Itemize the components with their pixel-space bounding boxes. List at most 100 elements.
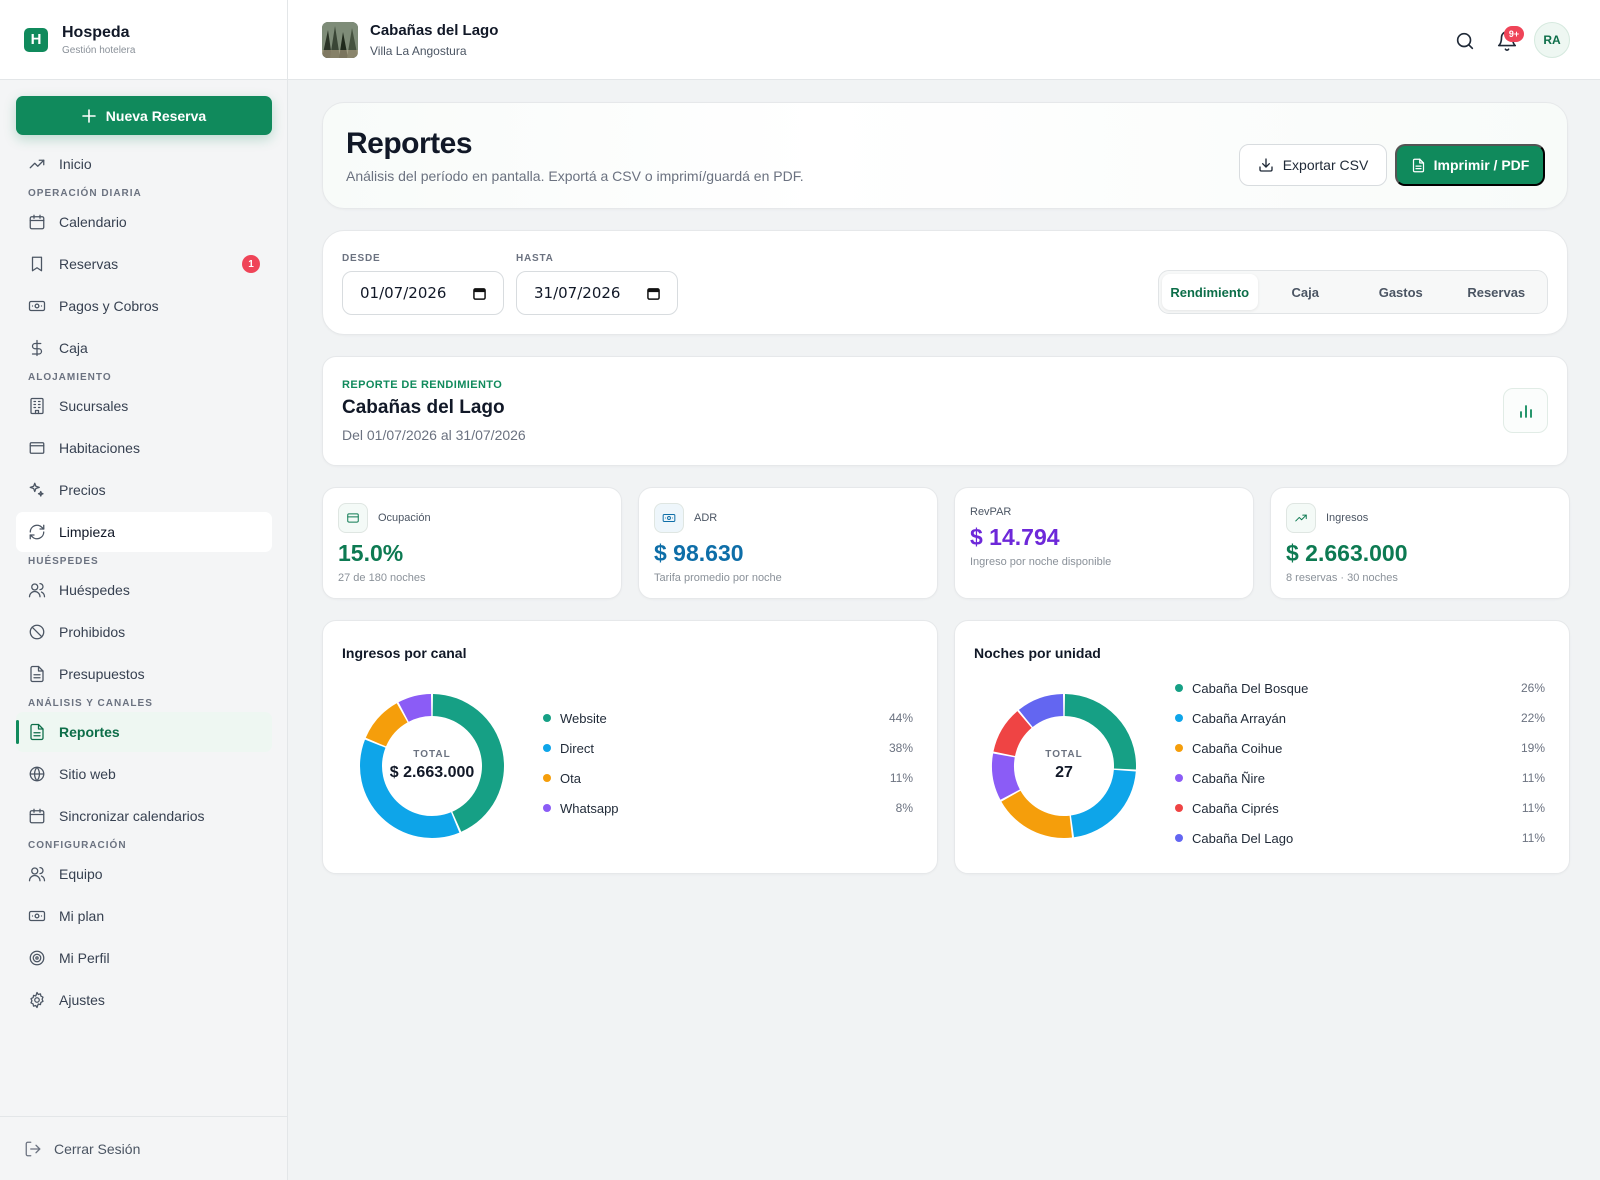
legend-item[interactable]: Ota 11% [543, 763, 913, 793]
user-avatar[interactable]: RA [1534, 22, 1570, 58]
sidebar-item-label: Mi Perfil [59, 950, 110, 966]
legend-dot [543, 804, 551, 812]
tab-gastos[interactable]: Gastos [1353, 274, 1449, 310]
legend-percent: 11% [1521, 771, 1545, 785]
legend-item[interactable]: Website 44% [543, 703, 913, 733]
kpi-label: ADR [694, 512, 718, 524]
to-date-input[interactable]: 31/07/2026 [516, 271, 678, 315]
legend-item[interactable]: Direct 38% [543, 733, 913, 763]
report-chart-button[interactable] [1503, 388, 1548, 433]
kpi-card-revpar: RevPAR $ 14.794 Ingreso por noche disponib… [954, 487, 1254, 599]
legend-dot [1175, 684, 1183, 692]
nav-section-label: OPERACIÓN DIARIA [28, 188, 142, 199]
sidebar-item-reportes[interactable]: Reportes [16, 712, 272, 752]
search-icon[interactable] [1454, 30, 1476, 52]
brand-name: Hospeda [62, 23, 130, 41]
donut-center-label: TOTAL [413, 749, 450, 760]
sidebar-nav: Inicio OPERACIÓN DIARIA Calendario Reservas… [16, 144, 272, 1022]
kpi-value: $ 98.630 [654, 540, 744, 566]
export-csv-label: Exportar CSV [1282, 157, 1369, 173]
sidebar-item-caja[interactable]: Caja [16, 328, 272, 368]
nav-section-label: ANÁLISIS Y CANALES [28, 698, 153, 709]
sidebar-item-sincronizar-calendarios[interactable]: Sincronizar calendarios [16, 796, 272, 836]
sidebar-item-sucursales[interactable]: Sucursales [16, 386, 272, 426]
sidebar-item-calendario[interactable]: Calendario [16, 202, 272, 242]
users-icon [28, 582, 46, 598]
chart-legend: Cabaña Del Bosque 26% Cabaña Arrayán 22% Cab… [1175, 673, 1545, 853]
dollar-icon [31, 339, 43, 357]
calendar-icon [29, 214, 45, 230]
banknote-icon [662, 514, 676, 522]
reservations-badge: 1 [242, 255, 260, 273]
sidebar-item-mi-perfil[interactable]: Mi Perfil [16, 938, 272, 978]
legend-item[interactable]: Cabaña Del Bosque 26% [1175, 673, 1545, 703]
legend-percent: 8% [895, 801, 913, 815]
legend-dot [543, 714, 551, 722]
sidebar-item-sitio-web[interactable]: Sitio web [16, 754, 272, 794]
legend-item[interactable]: Cabaña Ñire 11% [1175, 763, 1545, 793]
legend-label: Whatsapp [560, 800, 619, 816]
legend-percent: 11% [889, 771, 913, 785]
filters-card: DESDE 01/07/2026 HASTA 31/07/2026 Rendim… [322, 230, 1568, 335]
sidebar-item-presupuestos[interactable]: Presupuestos [16, 654, 272, 694]
legend-item[interactable]: Cabaña Coihue 19% [1175, 733, 1545, 763]
export-csv-button[interactable]: Exportar CSV [1239, 144, 1387, 186]
from-date-value: 01/07/2026 [360, 284, 447, 302]
sidebar-item-habitaciones[interactable]: Habitaciones [16, 428, 272, 468]
donut-chart: TOTAL 27 [989, 691, 1139, 841]
nav-section-label: CONFIGURACIÓN [28, 840, 127, 851]
kpi-card-ocupacion: Ocupación 15.0% 27 de 180 noches [322, 487, 622, 599]
sidebar-item-prohibidos[interactable]: Prohibidos [16, 612, 272, 652]
kpi-label: Ingresos [1326, 512, 1369, 524]
donut-slice-3[interactable] [1001, 790, 1073, 838]
tab-caja[interactable]: Caja [1258, 274, 1354, 310]
logout-button[interactable]: Cerrar Sesión [0, 1116, 288, 1180]
sidebar-item-pagos-y-cobros[interactable]: Pagos y Cobros [16, 286, 272, 326]
sidebar-item-label: Sincronizar calendarios [59, 808, 205, 824]
sidebar-item-reservas[interactable]: Reservas 1 [16, 244, 272, 284]
legend-item[interactable]: Whatsapp 8% [543, 793, 913, 823]
calendar-picker-icon[interactable] [473, 287, 486, 300]
tab-rendimiento[interactable]: Rendimiento [1162, 274, 1258, 310]
property-thumbnail[interactable] [322, 22, 358, 58]
donut-slice-2[interactable] [1070, 769, 1136, 838]
print-pdf-label: Imprimir / PDF [1433, 157, 1530, 173]
report-kicker: REPORTE DE RENDIMIENTO [342, 379, 503, 391]
sidebar-item-huespedes[interactable]: Huéspedes [16, 570, 272, 610]
legend-percent: 38% [888, 741, 913, 755]
chart-card-channels: Ingresos por canal TOTAL $ 2.663.000 Websi… [322, 620, 938, 874]
tab-reservas[interactable]: Reservas [1449, 274, 1545, 310]
sidebar-item-limpieza[interactable]: Limpieza [16, 512, 272, 552]
calendar-picker-icon[interactable] [647, 287, 660, 300]
print-pdf-button[interactable]: Imprimir / PDF [1395, 144, 1545, 186]
gear-icon [30, 991, 44, 1009]
brand-subtitle: Gestión hotelera [62, 44, 136, 56]
sidebar-item-label: Caja [59, 340, 88, 356]
sidebar-item-inicio[interactable]: Inicio [16, 144, 272, 184]
kpi-card-adr: ADR $ 98.630 Tarifa promedio por noche [638, 487, 938, 599]
from-date-input[interactable]: 01/07/2026 [342, 271, 504, 315]
legend-percent: 44% [888, 711, 913, 725]
legend-item[interactable]: Cabaña Arrayán 22% [1175, 703, 1545, 733]
property-name[interactable]: Cabañas del Lago [370, 22, 498, 39]
sidebar-item-label: Ajustes [59, 992, 105, 1008]
report-date-range: Del 01/07/2026 al 31/07/2026 [342, 427, 526, 443]
legend-percent: 22% [1520, 711, 1545, 725]
brand[interactable]: H Hospeda Gestión hotelera [0, 0, 287, 80]
kpi-note: 27 de 180 noches [338, 572, 426, 584]
donut-slice-1[interactable] [432, 694, 504, 832]
file-text-icon [30, 665, 44, 683]
sidebar-item-precios[interactable]: Precios [16, 470, 272, 510]
new-reservation-button[interactable]: Nueva Reserva [16, 96, 272, 135]
sidebar-item-mi-plan[interactable]: Mi plan [16, 896, 272, 936]
sidebar-item-label: Pagos y Cobros [59, 298, 159, 314]
top-bar: Cabañas del Lago Villa La Angostura 9+ R… [288, 0, 1600, 80]
bar-chart-icon [1519, 404, 1532, 418]
sidebar-item-ajustes[interactable]: Ajustes [16, 980, 272, 1020]
legend-item[interactable]: Cabaña Ciprés 11% [1175, 793, 1545, 823]
donut-slice-3[interactable] [365, 703, 408, 747]
legend-item[interactable]: Cabaña Del Lago 11% [1175, 823, 1545, 853]
donut-slice-4[interactable] [992, 753, 1020, 800]
building-icon [30, 397, 44, 415]
sidebar-item-equipo[interactable]: Equipo [16, 854, 272, 894]
